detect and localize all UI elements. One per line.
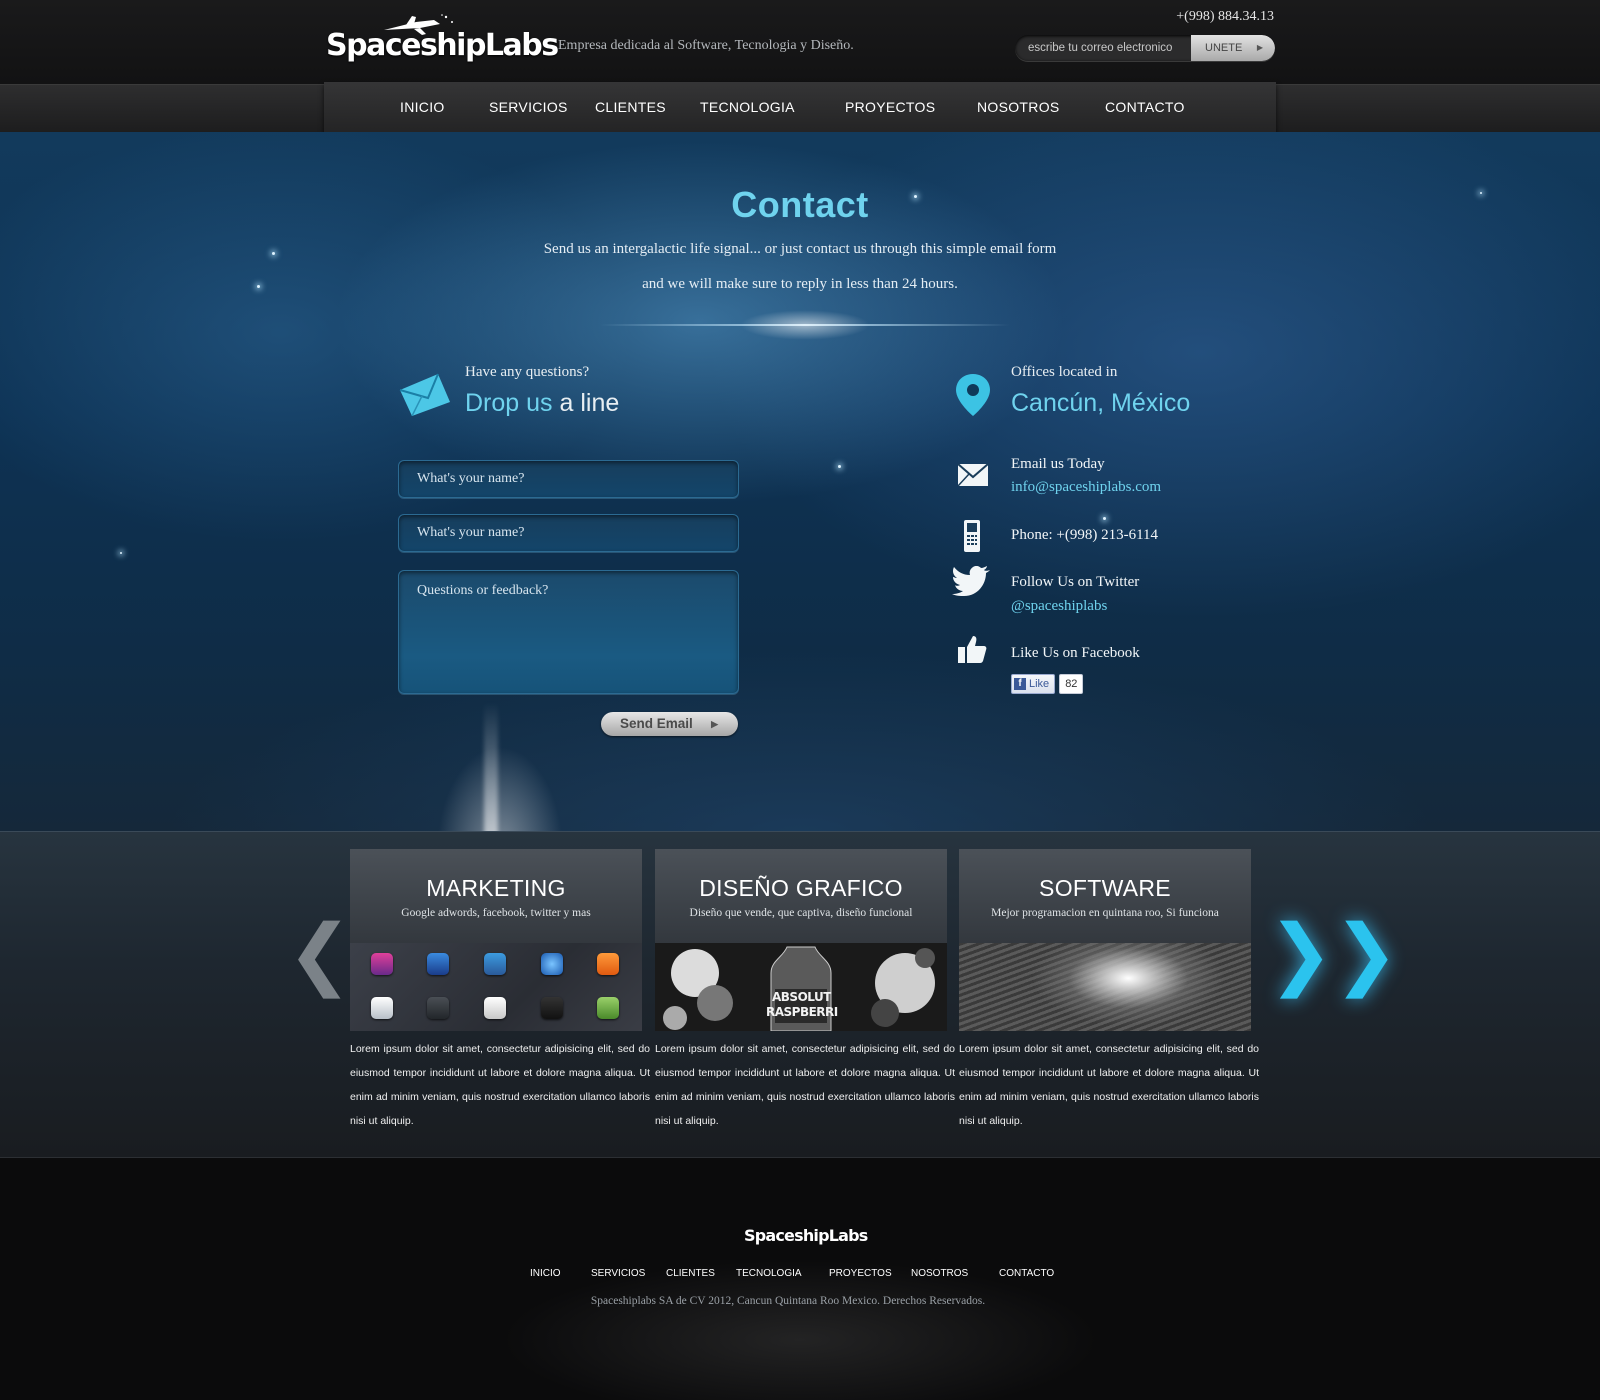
tagline: Empresa dedicada al Software, Tecnologia… [558, 38, 854, 53]
facebook-icon: f [1014, 678, 1026, 690]
hero-intro-line-2: and we will make sure to reply in less t… [642, 276, 958, 292]
card-title: MARKETING [426, 875, 566, 901]
card-subtitle: Diseño que vende, que captiva, diseño fu… [689, 907, 913, 919]
email-label: Email us Today [1011, 456, 1105, 472]
form-heading: Drop us a line [465, 389, 619, 418]
newsletter-form: UNETE ▶ [1015, 35, 1275, 61]
footer-nav-nosotros[interactable]: NOSOTROS [911, 1268, 968, 1279]
card-header: SOFTWARE Mejor programacion en quintana … [959, 849, 1251, 943]
twitter-handle-link[interactable]: @spaceshiplabs [1011, 598, 1107, 615]
footer-nav-inicio[interactable]: INICIO [530, 1268, 561, 1279]
facebook-like-widget: f Like 82 [1011, 674, 1084, 694]
nav-proyectos[interactable]: PROYECTOS [845, 99, 935, 115]
app-icon [541, 997, 563, 1019]
card-header: DISEÑO GRAFICO Diseño que vende, que cap… [655, 849, 947, 943]
twitter-label: Follow Us on Twitter [1011, 574, 1140, 590]
app-icon [484, 997, 506, 1019]
contact-section: Contact Send us an intergalactic life si… [0, 132, 1600, 832]
nav-inicio[interactable]: INICIO [400, 99, 445, 115]
nav-nosotros[interactable]: NOSOTROS [977, 99, 1060, 115]
divider-glow [740, 310, 870, 340]
facebook-like-count: 82 [1059, 674, 1084, 694]
play-arrow-icon: ▶ [711, 719, 718, 729]
footer-logo[interactable]: SpaceshipLabs [744, 1226, 868, 1245]
card-title: DISEÑO GRAFICO [699, 875, 903, 901]
app-icons-grid [350, 943, 642, 1031]
office-city: Cancún, México [1011, 389, 1191, 417]
thumbs-up-icon [958, 636, 987, 663]
nav-clientes[interactable]: CLIENTES [595, 99, 666, 115]
app-icon [597, 997, 619, 1019]
name-input[interactable] [398, 460, 739, 498]
app-icon [371, 953, 393, 975]
band-divider [0, 1157, 1600, 1158]
email-link[interactable]: info@spaceshiplabs.com [1011, 479, 1161, 496]
app-icon [427, 953, 449, 975]
office-phone: Phone: +(998) 213-6114 [1011, 527, 1159, 543]
offices-label: Offices located in [1011, 364, 1118, 380]
copyright: Spaceshiplabs SA de CV 2012, Cancun Quin… [590, 1295, 986, 1307]
footer-nav-servicios[interactable]: SERVICIOS [591, 1268, 645, 1279]
form-question: Have any questions? [465, 364, 590, 380]
mail-icon [957, 463, 989, 487]
light-beam-core [484, 702, 498, 832]
bottle-label-flavor: RASPBERRI [766, 1005, 838, 1019]
bottle-label-brand: ABSOLUT [772, 990, 831, 1004]
marketing-image [350, 943, 642, 1031]
carousel-next-arrow[interactable]: ❯❯ [1268, 915, 1399, 993]
nav-servicios[interactable]: SERVICIOS [489, 99, 568, 115]
facebook-like-label: Like [1029, 678, 1050, 690]
hero-intro-line-1: Send us an intergalactic life signal... … [543, 241, 1057, 257]
page-title: Contact [731, 184, 869, 225]
second-name-input[interactable] [398, 514, 739, 552]
location-pin-icon [956, 374, 990, 416]
nav-contacto[interactable]: CONTACTO [1105, 99, 1185, 115]
app-icon [597, 953, 619, 975]
app-icon [541, 953, 563, 975]
facebook-label: Like Us on Facebook [1011, 645, 1140, 661]
design-image: ABSOLUT RASPBERRI [655, 943, 947, 1031]
card-text: Lorem ipsum dolor sit amet, consectetur … [959, 1043, 1259, 1127]
card-text: Lorem ipsum dolor sit amet, consectetur … [655, 1043, 955, 1127]
footer-nav-clientes[interactable]: CLIENTES [666, 1268, 715, 1279]
footer-nav-tecnologia[interactable]: TECNOLOGIA [736, 1268, 802, 1279]
mobile-phone-icon [964, 520, 980, 552]
header-phone: +(998) 884.34.13 [1176, 9, 1274, 24]
join-button-label: UNETE [1205, 42, 1243, 54]
card-subtitle: Mejor programacion en quintana roo, Si f… [991, 907, 1219, 919]
footer-nav-proyectos[interactable]: PROYECTOS [829, 1268, 892, 1279]
main-nav: INICIO SERVICIOS CLIENTES TECNOLOGIA PRO… [324, 82, 1276, 138]
facebook-like-button[interactable]: f Like [1011, 674, 1056, 694]
app-icon [484, 953, 506, 975]
app-icon [371, 997, 393, 1019]
service-card-diseno-grafico[interactable]: DISEÑO GRAFICO Diseño que vende, que cap… [655, 849, 955, 1133]
star [838, 465, 841, 468]
form-heading-highlight: Drop us [465, 389, 553, 417]
join-button[interactable]: UNETE ▶ [1191, 35, 1275, 61]
card-title: SOFTWARE [1039, 875, 1171, 901]
send-email-button[interactable]: Send Email ▶ [601, 712, 738, 736]
envelope-icon [399, 373, 450, 416]
footer-nav-contacto[interactable]: CONTACTO [999, 1268, 1054, 1279]
service-card-marketing[interactable]: MARKETING Google adwords, facebook, twit… [350, 849, 650, 1133]
nav-tecnologia[interactable]: TECNOLOGIA [700, 99, 795, 115]
send-email-label: Send Email [620, 716, 693, 731]
card-text: Lorem ipsum dolor sit amet, consectetur … [350, 1043, 650, 1127]
service-card-software[interactable]: SOFTWARE Mejor programacion en quintana … [959, 849, 1259, 1133]
form-heading-rest: a line [552, 389, 620, 417]
star [120, 552, 122, 554]
software-image [959, 943, 1251, 1031]
newsletter-email-input[interactable] [1015, 35, 1190, 61]
light-beam [400, 692, 600, 832]
card-header: MARKETING Google adwords, facebook, twit… [350, 849, 642, 943]
twitter-bird-icon [952, 566, 990, 596]
card-subtitle: Google adwords, facebook, twitter y mas [401, 907, 591, 919]
star [1103, 517, 1106, 520]
play-arrow-icon: ▶ [1256, 43, 1263, 52]
logo-text: SpaceshipLabs [326, 28, 559, 63]
feedback-textarea[interactable] [398, 570, 739, 694]
footer-glow [500, 1260, 1100, 1400]
app-icon [427, 997, 449, 1019]
